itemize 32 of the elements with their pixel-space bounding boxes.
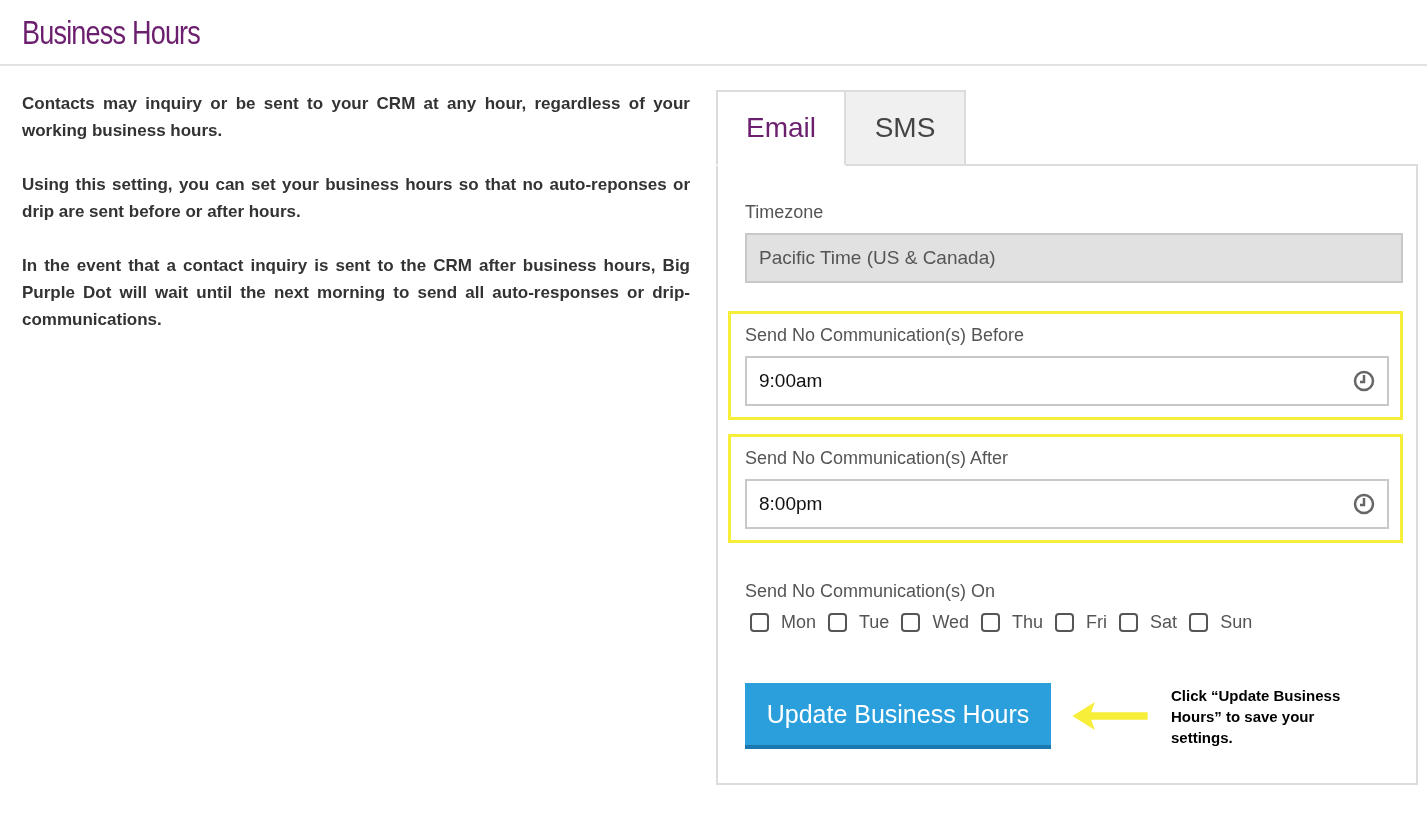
checkbox-label: Sat	[1150, 612, 1178, 633]
intro-paragraph: Contacts may inquiry or be sent to your CRM at any hour, regardless of your working business hours.	[22, 93, 690, 142]
field-label: Send No Communication(s) Before	[745, 325, 1026, 346]
checkbox-label: Tue	[859, 612, 890, 633]
checkbox[interactable]	[1119, 613, 1139, 632]
time-field[interactable]: 9:00am	[745, 356, 1389, 406]
intro-paragraph: In the event that a contact inquiry is sent to the CRM after business hours, Big Purple Dot will wait until the next morning to send all auto-responses or drip-communications.	[22, 255, 690, 331]
checkbox-label: Sun	[1220, 612, 1253, 633]
field-value: 9:00am	[759, 370, 823, 392]
checkbox-label: Wed	[932, 612, 970, 633]
timezone-field: Pacific Time (US & Canada)	[745, 233, 1403, 283]
checkbox-label: Fri	[1086, 612, 1108, 633]
field-label: Timezone	[745, 202, 825, 223]
page-title: Business Hours	[22, 14, 202, 52]
time-field[interactable]: 8:00pm	[745, 479, 1389, 529]
checkbox-label: Mon	[781, 612, 816, 633]
field-label: Send No Communication(s) After	[745, 448, 1010, 469]
checkbox-label: Thu	[1012, 612, 1044, 633]
checkbox[interactable]	[1189, 613, 1209, 632]
field-value: 8:00pm	[759, 493, 823, 515]
tab[interactable]: SMS	[846, 90, 966, 166]
tab[interactable]: Email	[716, 90, 846, 166]
checkbox[interactable]	[750, 613, 769, 632]
clock-icon[interactable]	[1353, 370, 1375, 392]
checkbox[interactable]	[828, 613, 847, 632]
clock-icon[interactable]	[1353, 493, 1375, 515]
checkbox[interactable]	[981, 613, 1001, 632]
intro-paragraph: Using this setting, you can set your business hours so that no auto-reponses or drip are sent before or after hours.	[22, 174, 690, 223]
field-label: Send No Communication(s) On	[745, 581, 997, 602]
annotation-note: Click “Update Business Hours” to save your settings.	[1171, 685, 1342, 748]
checkbox[interactable]	[1055, 613, 1075, 632]
checkbox[interactable]	[901, 613, 921, 632]
